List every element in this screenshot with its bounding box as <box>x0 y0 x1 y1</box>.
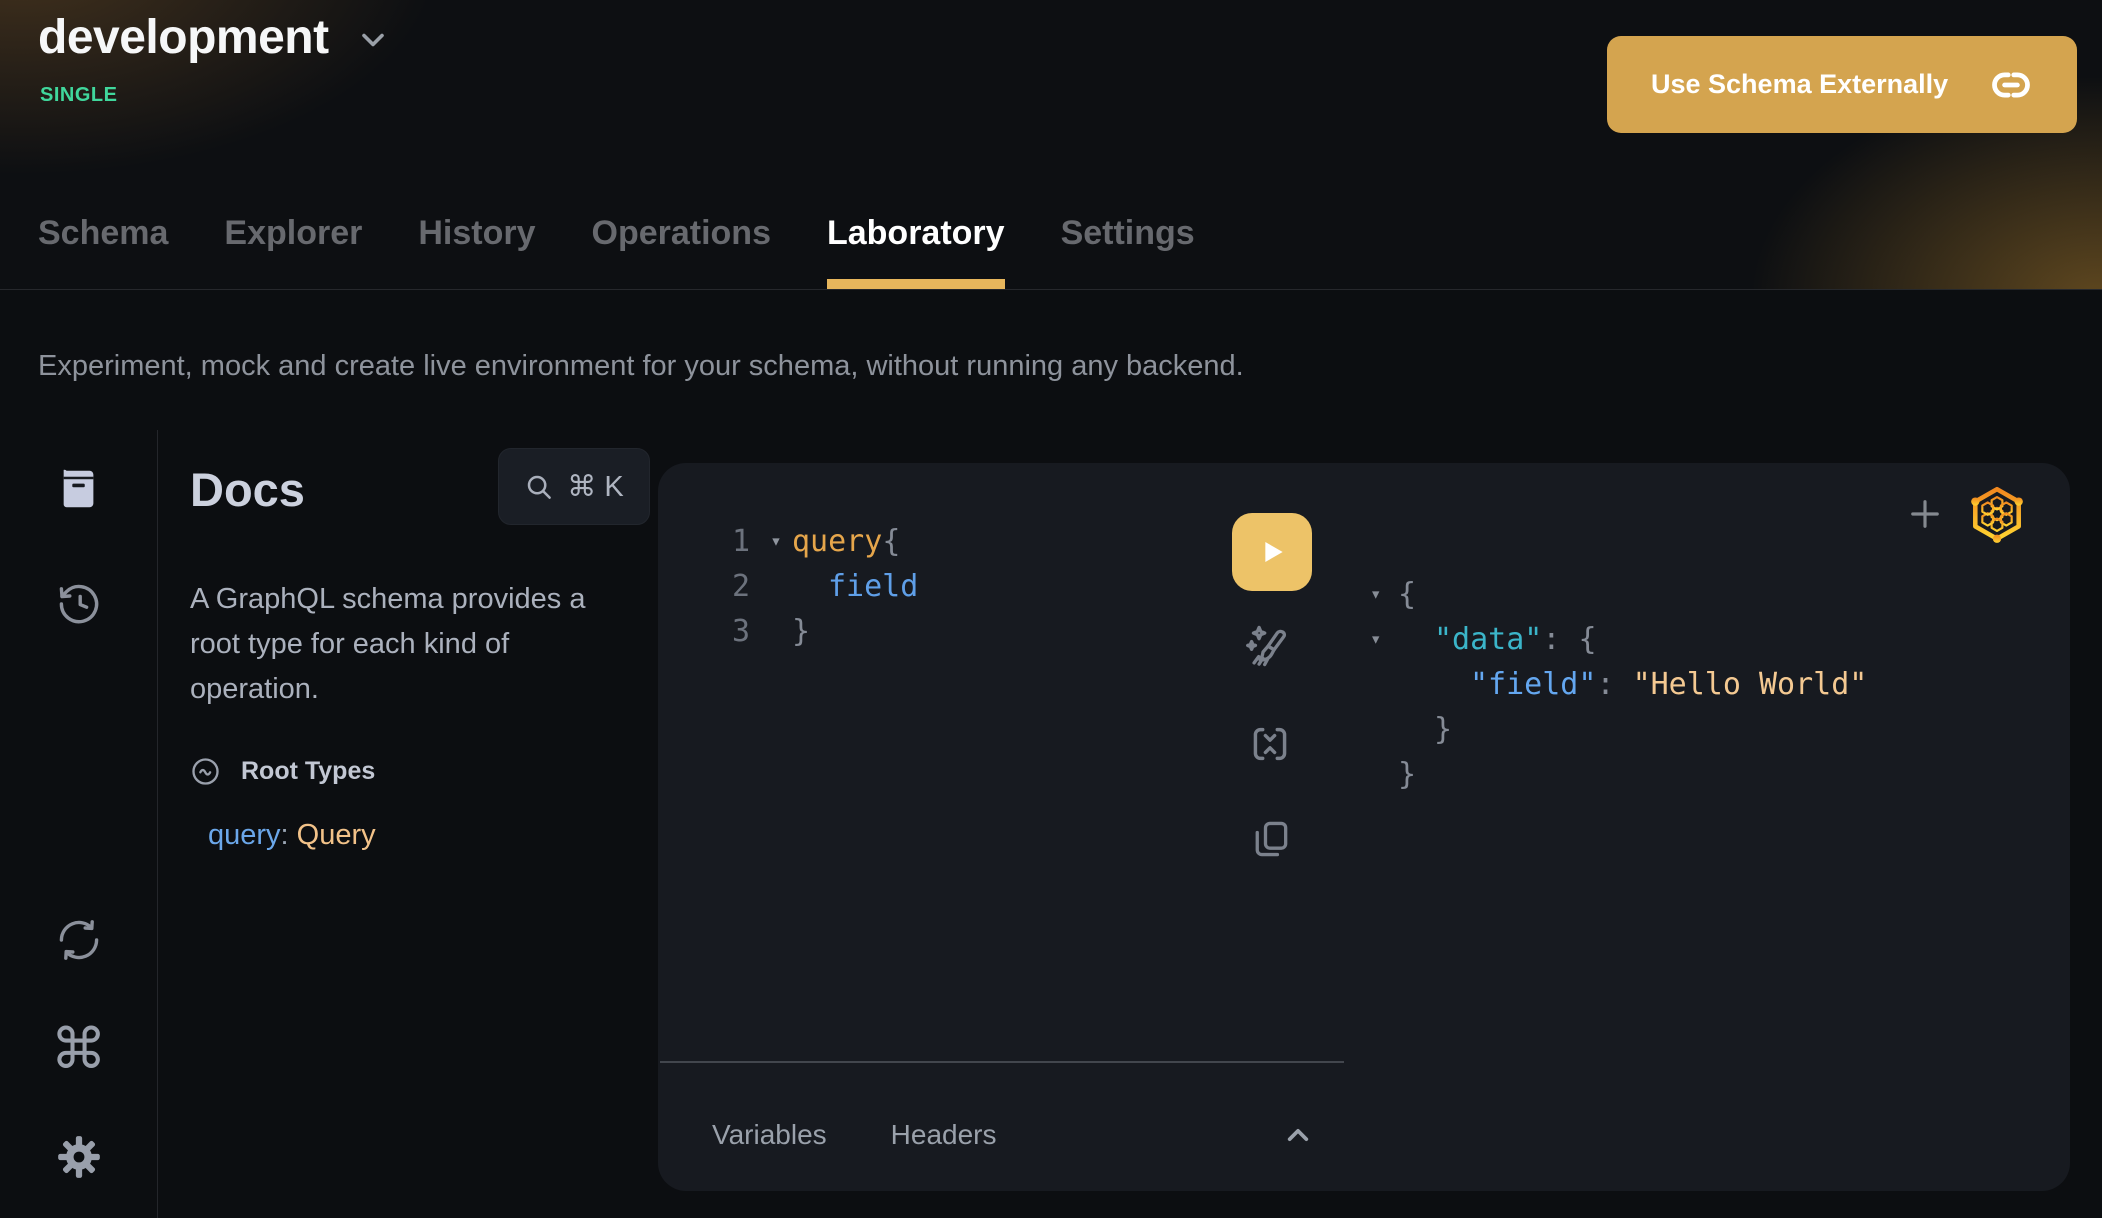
root-types-section: Root Types <box>190 756 650 787</box>
response-line: ▾ "data": { <box>1370 617 1867 662</box>
root-type-key: query <box>208 819 281 851</box>
response-token-brace: } <box>1398 752 1416 797</box>
response-token-data-key: "data" <box>1434 622 1542 657</box>
laboratory-editor-panel: 1 ▾ query{ 2 field 3 } <box>658 463 2070 1191</box>
add-tab-icon[interactable] <box>1902 491 1948 537</box>
keyboard-shortcuts-icon[interactable]: ⌘ <box>51 1022 107 1078</box>
search-shortcut-label: ⌘ K <box>567 469 623 504</box>
collapse-triangle-icon[interactable]: ▾ <box>1370 572 1398 617</box>
code-line: 1 ▾ query{ <box>728 519 918 564</box>
variables-tab[interactable]: Variables <box>712 1119 827 1151</box>
docs-title: Docs <box>190 462 305 517</box>
code-token-field: field <box>792 564 918 609</box>
editor-footer-divider <box>660 1061 1344 1063</box>
code-line: 2 field <box>728 564 918 609</box>
response-token-brace: { <box>1579 622 1597 657</box>
chevron-down-icon[interactable] <box>355 22 391 63</box>
use-schema-externally-label: Use Schema Externally <box>1651 69 1948 100</box>
tab-operations[interactable]: Operations <box>592 214 771 289</box>
line-number: 2 <box>728 564 750 609</box>
execute-query-button[interactable] <box>1232 513 1312 591</box>
prettify-icon[interactable] <box>1242 621 1292 673</box>
root-type-value: Query <box>297 819 376 851</box>
hive-logo-icon[interactable] <box>1966 483 2028 545</box>
response-viewer: ▾ { ▾ "data": { "field": "Hello World" }… <box>1370 572 1867 797</box>
page-subtitle: Experiment, mock and create live environ… <box>38 350 1244 383</box>
history-icon[interactable] <box>55 580 103 628</box>
root-types-label: Root Types <box>241 757 375 786</box>
code-token-brace: } <box>792 609 810 654</box>
root-type-query-link[interactable]: query: Query <box>208 819 650 852</box>
code-token-brace: { <box>882 519 900 564</box>
merge-fragments-icon[interactable] <box>1247 721 1293 767</box>
response-token-separator: : <box>1596 667 1632 702</box>
project-selector[interactable]: development <box>38 10 391 65</box>
root-type-separator: : <box>281 819 297 851</box>
laboratory-page: development SINGLE Use Schema Externally… <box>0 0 2102 1218</box>
single-badge: SINGLE <box>40 84 117 107</box>
tab-history[interactable]: History <box>418 214 535 289</box>
tab-settings[interactable]: Settings <box>1061 214 1195 289</box>
response-token-brace: } <box>1398 707 1452 752</box>
code-token-keyword: query <box>792 519 882 564</box>
tab-explorer[interactable]: Explorer <box>224 214 362 289</box>
response-token-field-key: "field" <box>1470 667 1596 702</box>
project-title: development <box>38 10 329 65</box>
response-line: ▾ { <box>1370 572 1867 617</box>
use-schema-externally-button[interactable]: Use Schema Externally <box>1607 36 2077 133</box>
response-token-brace: { <box>1398 572 1416 617</box>
collapse-triangle-icon[interactable]: ▾ <box>1370 617 1398 662</box>
response-line: } <box>1370 707 1867 752</box>
tab-laboratory[interactable]: Laboratory <box>827 214 1005 289</box>
nav-tabs: Schema Explorer History Operations Labor… <box>38 214 1195 289</box>
response-line: "field": "Hello World" <box>1370 662 1867 707</box>
copy-query-icon[interactable] <box>1249 817 1293 861</box>
tab-schema[interactable]: Schema <box>38 214 168 289</box>
docs-book-icon[interactable] <box>56 466 102 512</box>
editor-footer-tabs: Variables Headers <box>712 1119 997 1151</box>
query-editor[interactable]: 1 ▾ query{ 2 field 3 } <box>728 519 918 654</box>
reload-schema-icon[interactable] <box>55 916 103 964</box>
line-number: 1 <box>728 519 750 564</box>
docs-sidebar: Docs ⌘ K A GraphQL schema provides a roo… <box>190 448 650 852</box>
response-token-separator: : <box>1542 622 1578 657</box>
chevron-up-icon[interactable] <box>1278 1115 1318 1155</box>
line-number: 3 <box>728 609 750 654</box>
headers-tab[interactable]: Headers <box>891 1119 997 1151</box>
docs-description: A GraphQL schema provides a root type fo… <box>190 577 620 712</box>
search-icon <box>524 472 554 502</box>
page-header: development SINGLE Use Schema Externally… <box>0 0 2102 290</box>
code-line: 3 } <box>728 609 918 654</box>
link-icon <box>1989 63 2033 107</box>
play-icon <box>1256 536 1288 568</box>
root-type-icon <box>190 756 221 787</box>
response-token-string: "Hello World" <box>1633 667 1868 702</box>
settings-gear-icon[interactable] <box>54 1132 104 1182</box>
tool-rail: ⌘ <box>0 430 158 1218</box>
docs-search-button[interactable]: ⌘ K <box>498 448 650 525</box>
response-line: } <box>1370 752 1867 797</box>
fold-triangle-icon[interactable]: ▾ <box>760 519 792 564</box>
